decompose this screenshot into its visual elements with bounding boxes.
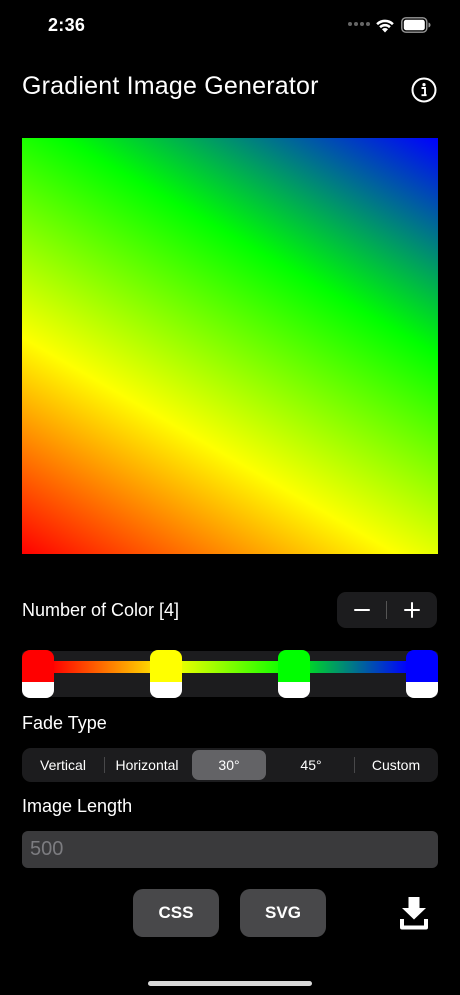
status-bar: 2:36: [0, 0, 460, 54]
decrement-color-button[interactable]: [337, 592, 387, 628]
color-stop-swatch: [278, 650, 311, 682]
download-icon: [400, 897, 428, 930]
color-stop-handle[interactable]: [149, 650, 182, 698]
color-stop-handle[interactable]: [278, 650, 311, 698]
download-button[interactable]: [398, 894, 430, 932]
increment-color-button[interactable]: [387, 592, 437, 628]
svg-button[interactable]: SVG: [240, 889, 326, 937]
battery-icon: [401, 17, 431, 33]
css-button[interactable]: CSS: [133, 889, 219, 937]
color-stop-swatch: [22, 650, 54, 682]
color-stop-base: [278, 682, 311, 698]
plus-icon: [404, 602, 420, 618]
wifi-icon: [376, 19, 394, 33]
color-stop-base: [406, 682, 438, 698]
page-title: Gradient Image Generator: [22, 72, 319, 100]
home-indicator: [148, 981, 312, 986]
fade-type-option[interactable]: Custom: [354, 750, 438, 780]
number-of-colors-label: Number of Color [4]: [22, 600, 180, 620]
fade-type-option[interactable]: 30°: [192, 750, 266, 780]
fade-type-option[interactable]: Horizontal: [104, 750, 190, 780]
color-stop-swatch: [149, 650, 182, 682]
image-length-input[interactable]: [22, 831, 438, 868]
color-stop-base: [149, 682, 182, 698]
image-length-label: Image Length: [22, 796, 133, 816]
fade-type-segmented-control[interactable]: Vertical Horizontal 30° 45° Custom: [22, 748, 438, 782]
fade-type-label: Fade Type: [22, 713, 107, 733]
minus-icon: [354, 609, 370, 611]
info-button[interactable]: [410, 76, 438, 104]
color-stop-track: [22, 651, 438, 697]
color-stop-gradient-bar: [52, 661, 408, 673]
color-stop-base: [22, 682, 54, 698]
fade-type-option[interactable]: 45°: [268, 750, 354, 780]
cellular-dots-icon: [348, 22, 370, 28]
fade-type-option[interactable]: Vertical: [22, 750, 104, 780]
segment-divider: [354, 757, 355, 773]
color-count-stepper[interactable]: [337, 592, 437, 628]
color-stop-handle[interactable]: [406, 650, 438, 698]
color-stop-handle[interactable]: [22, 650, 54, 698]
status-time: 2:36: [48, 15, 86, 35]
gradient-preview: [22, 138, 438, 554]
color-stop-swatch: [406, 650, 438, 682]
info-circle-icon: [411, 77, 437, 103]
segment-divider: [104, 757, 105, 773]
